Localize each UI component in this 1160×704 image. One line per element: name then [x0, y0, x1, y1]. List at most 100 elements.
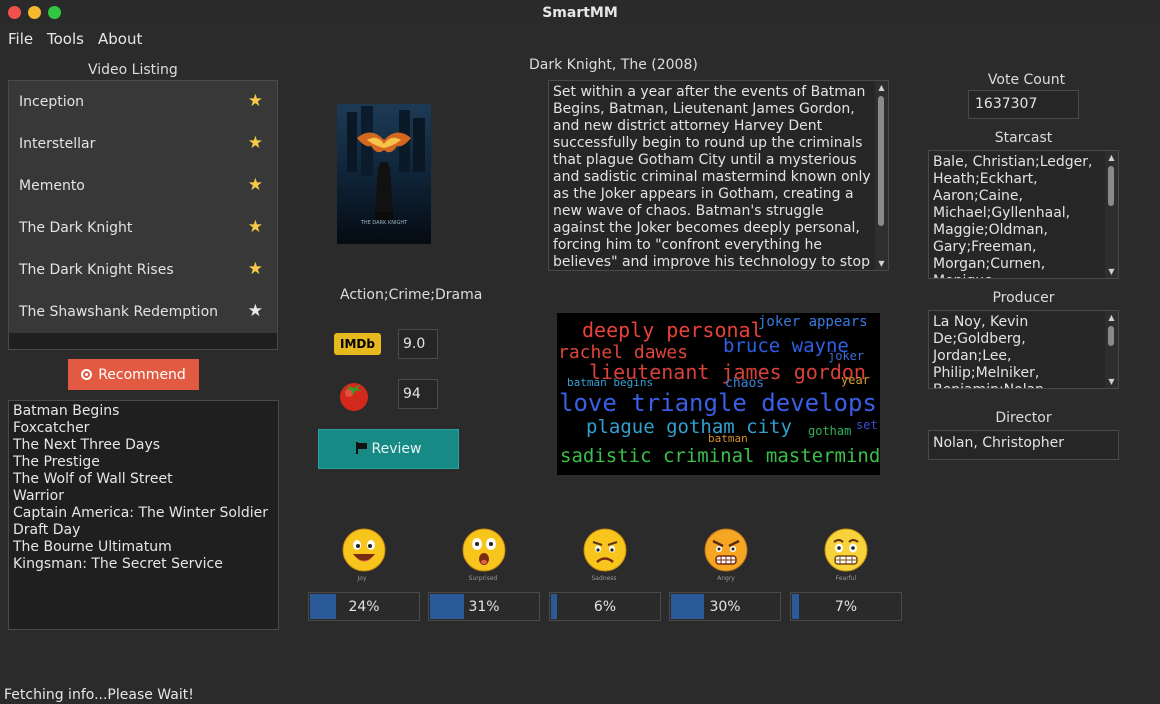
cloud-word: set — [856, 418, 878, 432]
cloud-word: love triangle develops — [559, 389, 877, 417]
rotten-tomatoes-score-field[interactable]: 94 — [398, 379, 438, 409]
starcast-box[interactable]: Bale, Christian;Ledger, Heath;Eckhart, A… — [928, 150, 1119, 279]
starcast-label: Starcast — [994, 130, 1053, 146]
menu-tools[interactable]: Tools — [47, 30, 84, 48]
surprised-progress-bar: 31% — [428, 592, 540, 621]
vote-count-field[interactable]: 1637307 — [968, 90, 1079, 119]
scroll-down-icon[interactable]: ▼ — [875, 257, 888, 270]
star-icon: ★ — [247, 133, 263, 153]
synopsis-scrollbar[interactable]: ▲ ▼ — [875, 81, 888, 270]
star-icon: ★ — [247, 217, 263, 237]
starcast-text: Bale, Christian;Ledger, Heath;Eckhart, A… — [933, 154, 1093, 278]
menu-about[interactable]: About — [98, 30, 142, 48]
fearful-label: Fearful — [835, 575, 857, 582]
surprised-label: Surprised — [468, 575, 498, 582]
cloud-word: sadistic criminal mastermind — [560, 445, 880, 467]
scrollbar-thumb[interactable] — [1108, 326, 1114, 346]
cloud-word: joker appears — [758, 314, 868, 330]
list-item[interactable]: Foxcatcher — [13, 420, 274, 437]
list-item-label: Memento — [19, 178, 85, 194]
imdb-rating-field[interactable]: 9.0 — [398, 329, 438, 359]
status-bar: Fetching info...Please Wait! — [4, 687, 194, 703]
list-item[interactable]: Inception ★ — [9, 81, 277, 123]
video-listing[interactable]: Inception ★ Interstellar ★ Memento ★ The… — [8, 80, 278, 350]
list-item-label: The Shawshank Redemption — [19, 304, 219, 320]
progress-text: 7% — [834, 599, 858, 615]
list-item[interactable]: Draft Day — [13, 522, 274, 539]
list-item[interactable]: The Bourne Ultimatum — [13, 539, 274, 556]
review-button[interactable]: Review — [318, 429, 459, 469]
list-item[interactable]: Interstellar ★ — [9, 123, 277, 165]
cloud-word: year — [841, 373, 870, 387]
review-button-label: Review — [371, 441, 422, 457]
target-icon — [81, 368, 93, 380]
surprised-emoji-icon — [462, 528, 506, 572]
sadness-label: Sadness — [591, 575, 617, 582]
recommend-button[interactable]: Recommend — [68, 359, 199, 390]
window-title: SmartMM — [542, 5, 618, 21]
cloud-word: batman begins — [567, 376, 654, 389]
synopsis-text: Set within a year after the events of Ba… — [553, 84, 871, 270]
scroll-down-icon[interactable]: ▼ — [1105, 375, 1118, 388]
producer-box[interactable]: La Noy, Kevin De;Goldberg, Jordan;Lee, P… — [928, 310, 1119, 389]
list-item-label: Inception — [19, 94, 85, 110]
producer-text: La Noy, Kevin De;Goldberg, Jordan;Lee, P… — [933, 314, 1049, 388]
cloud-word: plague gotham city — [586, 416, 792, 438]
scroll-up-icon[interactable]: ▲ — [1105, 311, 1118, 324]
scroll-up-icon[interactable]: ▲ — [1105, 151, 1118, 164]
list-item[interactable]: Kingsman: The Secret Service — [13, 556, 274, 573]
list-item[interactable]: Captain America: The Winter Soldier — [13, 505, 274, 522]
fearful-emoji-icon — [824, 528, 868, 572]
video-listing-heading: Video Listing — [88, 62, 178, 78]
scrollbar-thumb[interactable] — [878, 96, 884, 226]
list-item[interactable]: The Dark Knight ★ — [9, 207, 277, 249]
menu-bar: File Tools About — [0, 28, 400, 50]
list-item[interactable]: The Prestige — [13, 454, 274, 471]
flag-icon — [355, 442, 367, 454]
scroll-down-icon[interactable]: ▼ — [1105, 265, 1118, 278]
fearful-progress-bar: 7% — [790, 592, 902, 621]
angry-progress-bar: 30% — [669, 592, 781, 621]
movie-title: Dark Knight, The (2008) — [529, 57, 698, 73]
scrollbar-thumb[interactable] — [1108, 166, 1114, 206]
scroll-up-icon[interactable]: ▲ — [875, 81, 888, 94]
director-field[interactable]: Nolan, Christopher — [928, 430, 1119, 460]
cloud-word: batman — [708, 432, 748, 445]
producer-scrollbar[interactable]: ▲ ▼ — [1105, 311, 1118, 388]
angry-emoji-icon — [704, 528, 748, 572]
imdb-logo: IMDb — [334, 333, 381, 355]
cloud-word: gotham — [808, 424, 852, 438]
director-label: Director — [995, 410, 1052, 426]
vote-count-label: Vote Count — [987, 72, 1066, 88]
title-bar: SmartMM — [0, 0, 1160, 26]
list-item[interactable]: The Wolf of Wall Street — [13, 471, 274, 488]
movie-poster: THE DARK KNIGHT — [337, 104, 431, 244]
starcast-scrollbar[interactable]: ▲ ▼ — [1105, 151, 1118, 278]
list-item-label: The Dark Knight — [19, 220, 133, 236]
list-item[interactable]: Memento ★ — [9, 165, 277, 207]
list-item-label: The Dark Knight Rises — [19, 262, 174, 278]
keyword-cloud: deeply personal joker appears rachel daw… — [557, 313, 880, 475]
joy-progress-bar: 24% — [308, 592, 420, 621]
list-item[interactable]: The Next Three Days — [13, 437, 274, 454]
joy-label: Joy — [357, 575, 367, 582]
joy-emoji-icon — [342, 528, 386, 572]
recommendation-list[interactable]: Batman Begins Foxcatcher The Next Three … — [8, 400, 279, 630]
list-item[interactable]: The Shawshank Redemption ★ — [9, 291, 277, 333]
synopsis-box[interactable]: Set within a year after the events of Ba… — [548, 80, 889, 271]
list-item[interactable]: Warrior — [13, 488, 274, 505]
sadness-progress-bar: 6% — [549, 592, 661, 621]
star-icon: ★ — [247, 175, 263, 195]
list-item[interactable]: Batman Begins — [13, 403, 274, 420]
star-icon: ★ — [247, 259, 263, 279]
progress-text: 30% — [709, 599, 741, 615]
star-icon: ★ — [247, 301, 263, 321]
poster-caption: THE DARK KNIGHT — [360, 220, 408, 226]
producer-label: Producer — [992, 290, 1055, 306]
list-item[interactable]: The Dark Knight Rises ★ — [9, 249, 277, 291]
star-icon: ★ — [247, 91, 263, 111]
menu-file[interactable]: File — [8, 30, 33, 48]
progress-text: 24% — [348, 599, 380, 615]
tomato-icon — [340, 383, 368, 411]
recommend-button-label: Recommend — [98, 366, 186, 383]
